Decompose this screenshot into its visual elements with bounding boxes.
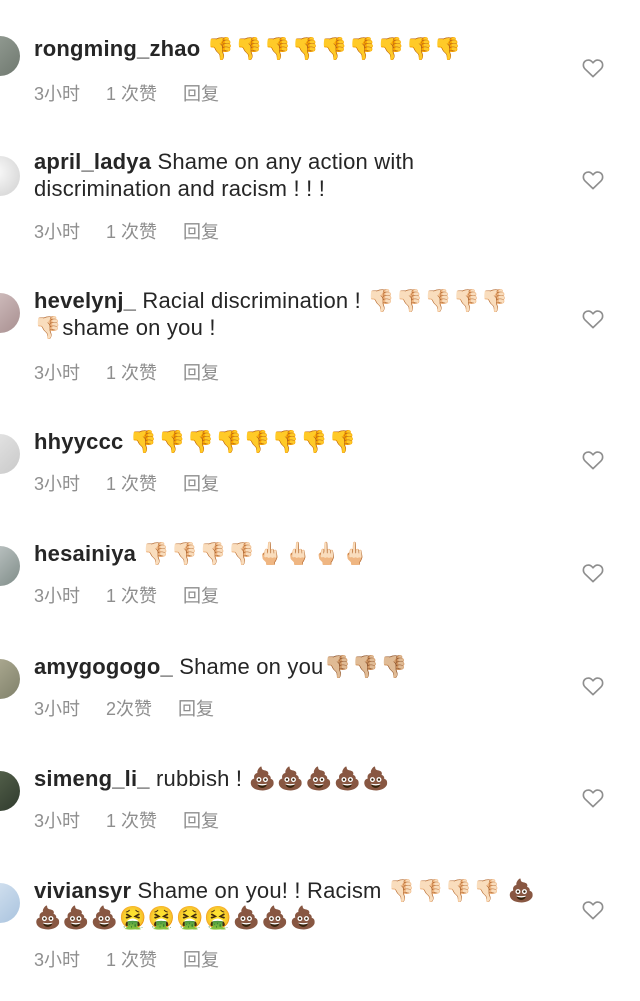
comment-time: 3小时 — [34, 222, 81, 242]
comment-emoji: 👎🏻👎🏻👎🏻👎🏻🖕🏻🖕🏻🖕🏻🖕🏻 — [142, 541, 370, 566]
comment-emoji: 👎👎👎👎👎👎👎👎👎 — [206, 36, 463, 61]
heart-icon[interactable] — [582, 563, 604, 583]
comment-body: Shame on you — [179, 654, 324, 679]
comment-meta: 3小时 1 次赞 回复 — [34, 470, 219, 496]
comment-username[interactable]: hesainiya — [34, 541, 136, 566]
comment-body: Shame on you! ! Racism — [137, 878, 382, 903]
comment-emoji: 👎🏻👎🏻👎🏻👎🏻 — [387, 878, 502, 903]
comment-username[interactable]: hhyyccc — [34, 429, 123, 454]
comment-meta: 3小时 1 次赞 回复 — [34, 946, 219, 972]
comment-time: 3小时 — [34, 84, 81, 104]
comment-text: hhyyccc 👎👎👎👎👎👎👎👎 — [34, 428, 554, 455]
comment-time: 3小时 — [34, 811, 81, 831]
comment-reply-button[interactable]: 回复 — [178, 695, 214, 721]
comment-body: rubbish ! — [156, 766, 243, 791]
comment-text: amygogogo_ Shame on you👎🏼👎🏼👎🏼 — [34, 653, 554, 680]
comment-text: april_ladya Shame on any action with dis… — [34, 148, 454, 202]
comment-likes[interactable]: 1 次赞 — [106, 946, 157, 972]
comment-likes[interactable]: 1 次赞 — [106, 359, 157, 385]
comment-text: rongming_zhao 👎👎👎👎👎👎👎👎👎 — [34, 35, 554, 62]
comment-time: 3小时 — [34, 474, 81, 494]
comment-likes[interactable]: 2次赞 — [106, 695, 152, 721]
comment-meta: 3小时 2次赞 回复 — [34, 695, 214, 721]
comment-text: simeng_li_ rubbish ! 💩💩💩💩💩 — [34, 765, 554, 792]
avatar[interactable] — [0, 546, 20, 586]
comment-meta: 3小时 1 次赞 回复 — [34, 359, 219, 385]
comment-username[interactable]: april_ladya — [34, 149, 151, 174]
heart-icon[interactable] — [582, 450, 604, 470]
comment-reply-button[interactable]: 回复 — [183, 807, 219, 833]
heart-icon[interactable] — [582, 788, 604, 808]
comment-text: hevelynj_ Racial discrimination ! 👎🏻👎🏻👎🏻… — [34, 287, 534, 341]
comment-text: hesainiya 👎🏻👎🏻👎🏻👎🏻🖕🏻🖕🏻🖕🏻🖕🏻 — [34, 540, 554, 567]
comment-username[interactable]: amygogogo_ — [34, 654, 173, 679]
comment-username[interactable]: viviansyr — [34, 878, 131, 903]
heart-icon[interactable] — [582, 900, 604, 920]
avatar[interactable] — [0, 156, 20, 196]
comment-meta: 3小时 1 次赞 回复 — [34, 218, 219, 244]
comment-emoji: 💩💩💩💩💩 — [248, 766, 391, 791]
comment-likes[interactable]: 1 次赞 — [106, 470, 157, 496]
comment-likes[interactable]: 1 次赞 — [106, 80, 157, 106]
avatar[interactable] — [0, 36, 20, 76]
avatar[interactable] — [0, 434, 20, 474]
comment-body-2: shame on you ! — [62, 315, 216, 340]
comment-time: 3小时 — [34, 363, 81, 383]
comment-meta: 3小时 1 次赞 回复 — [34, 807, 219, 833]
comment-meta: 3小时 1 次赞 回复 — [34, 80, 219, 106]
comment-reply-button[interactable]: 回复 — [183, 470, 219, 496]
comment-username[interactable]: rongming_zhao — [34, 36, 200, 61]
heart-icon[interactable] — [582, 676, 604, 696]
comment-meta: 3小时 1 次赞 回复 — [34, 582, 219, 608]
comment-body: Racial discrimination ! — [142, 288, 361, 313]
comment-text: viviansyr Shame on you! ! Racism 👎🏻👎🏻👎🏻👎… — [34, 877, 554, 931]
comment-username[interactable]: hevelynj_ — [34, 288, 136, 313]
comment-username[interactable]: simeng_li_ — [34, 766, 150, 791]
comment-time: 3小时 — [34, 950, 81, 970]
comment-emoji: 👎🏼👎🏼👎🏼 — [323, 654, 409, 679]
comment-likes[interactable]: 1 次赞 — [106, 582, 157, 608]
comment-reply-button[interactable]: 回复 — [183, 218, 219, 244]
comment-likes[interactable]: 1 次赞 — [106, 218, 157, 244]
comment-time: 3小时 — [34, 586, 81, 606]
avatar[interactable] — [0, 659, 20, 699]
avatar[interactable] — [0, 771, 20, 811]
comment-likes[interactable]: 1 次赞 — [106, 807, 157, 833]
comment-reply-button[interactable]: 回复 — [183, 80, 219, 106]
comment-time: 3小时 — [34, 699, 81, 719]
heart-icon[interactable] — [582, 170, 604, 190]
avatar[interactable] — [0, 293, 20, 333]
comment-reply-button[interactable]: 回复 — [183, 359, 219, 385]
comment-emoji: 👎👎👎👎👎👎👎👎 — [129, 429, 357, 454]
comment-reply-button[interactable]: 回复 — [183, 946, 219, 972]
avatar[interactable] — [0, 883, 20, 923]
comment-reply-button[interactable]: 回复 — [183, 582, 219, 608]
heart-icon[interactable] — [582, 309, 604, 329]
heart-icon[interactable] — [582, 58, 604, 78]
